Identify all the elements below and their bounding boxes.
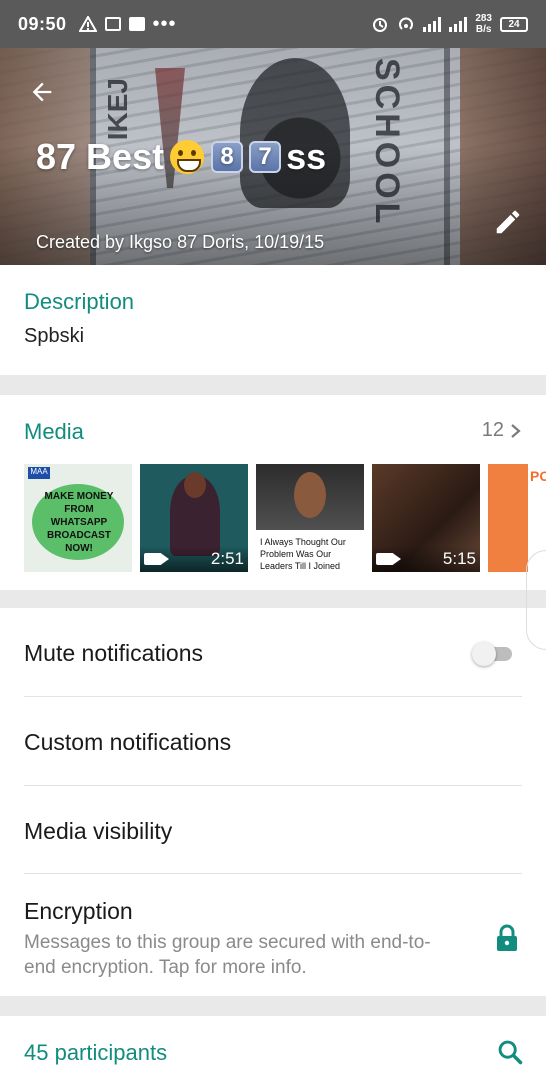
lock-icon-container: [492, 922, 522, 954]
mute-notifications-label: Mute notifications: [24, 640, 203, 666]
search-participants-button[interactable]: [494, 1036, 526, 1068]
edit-subject-button[interactable]: [490, 204, 526, 240]
encryption-subtitle: Messages to this group are secured with …: [24, 932, 431, 978]
back-button[interactable]: [24, 74, 60, 110]
description-text: Spbski: [24, 325, 85, 347]
search-icon: [498, 1040, 523, 1065]
video-duration: 2:51: [210, 549, 244, 568]
media-title: Media: [24, 419, 84, 444]
group-name-suffix: ss: [286, 136, 327, 177]
participants-section: 45 participants: [0, 1016, 546, 1080]
encryption-label: Encryption: [24, 898, 133, 924]
more-dots-icon: •••: [152, 12, 177, 35]
media-thumbnail[interactable]: I Always Thought Our Problem Was Our Lea…: [256, 464, 364, 572]
status-time: 09:50: [18, 13, 67, 34]
chevron-right-icon: [511, 423, 521, 438]
thumbnail-caption: I Always Thought Our Problem Was Our Lea…: [260, 537, 346, 571]
media-count-link[interactable]: 12: [482, 419, 522, 442]
video-camera-icon: [376, 553, 401, 565]
warning-icon: [78, 16, 97, 32]
media-thumbnail-video[interactable]: 2:51: [140, 464, 248, 572]
facebook-icon: [128, 17, 145, 31]
custom-notifications-label: Custom notifications: [24, 729, 232, 755]
news-icon: [104, 17, 121, 31]
group-name-prefix: 87 Best: [36, 136, 165, 177]
media-count: 12: [481, 419, 504, 441]
description-section[interactable]: Description Spbski: [0, 265, 546, 375]
alarm-icon: [373, 18, 388, 32]
hotspot-icon: [399, 17, 414, 30]
settings-section: Mute notifications Custom notifications …: [0, 608, 546, 996]
signal-icon: [449, 16, 468, 32]
keycap-7-icon: 7: [249, 141, 282, 173]
notification-icons: •••: [78, 12, 177, 36]
thumbnail-badge: MAA: [28, 467, 50, 479]
keycap-8-icon: 8: [211, 141, 244, 173]
thumbnail-text: MAKE MONEY FROM WHATSAPP BROADCAST NOW!: [44, 491, 114, 554]
signal-icon: [423, 16, 442, 32]
description-title: Description: [24, 289, 135, 314]
encryption-row[interactable]: Encryption Messages to this group are se…: [24, 874, 522, 996]
group-name: 87 Best 8 7 ss: [36, 136, 326, 178]
grinning-face-icon: [170, 140, 205, 174]
status-bar: 09:50 ••• 283 B/s 24: [0, 0, 546, 48]
arrow-back-icon: [32, 82, 52, 102]
mute-notifications-toggle[interactable]: [472, 642, 512, 666]
net-speed-value: 283: [475, 13, 492, 24]
net-speed: 283 B/s: [475, 13, 492, 35]
media-visibility-row[interactable]: Media visibility: [24, 786, 522, 874]
pencil-icon: [496, 210, 520, 234]
created-by-text: Created by Ikgso 87 Doris, 10/19/15: [36, 232, 325, 252]
participants-count: 45 participants: [24, 1040, 168, 1065]
custom-notifications-row[interactable]: Custom notifications: [24, 697, 522, 786]
net-speed-unit: B/s: [475, 24, 492, 35]
video-camera-icon: [144, 553, 169, 565]
scroll-handle[interactable]: [526, 550, 546, 650]
media-visibility-label: Media visibility: [24, 818, 173, 844]
video-duration: 5:15: [442, 549, 476, 568]
thumbnail-text: PO: [530, 468, 546, 484]
lock-icon: [497, 924, 517, 951]
mute-notifications-row[interactable]: Mute notifications: [24, 608, 522, 697]
media-thumbnail-video[interactable]: 5:15: [372, 464, 480, 572]
system-icons: 283 B/s 24: [371, 13, 528, 35]
media-thumbnail[interactable]: MAA MAKE MONEY FROM WHATSAPP BROADCAST N…: [24, 464, 132, 572]
media-thumbnails: MAA MAKE MONEY FROM WHATSAPP BROADCAST N…: [24, 464, 546, 572]
media-section: Media 12 MAA MAKE MONEY FROM WHATSAPP BR…: [0, 395, 546, 590]
battery-icon: 24: [500, 16, 528, 32]
